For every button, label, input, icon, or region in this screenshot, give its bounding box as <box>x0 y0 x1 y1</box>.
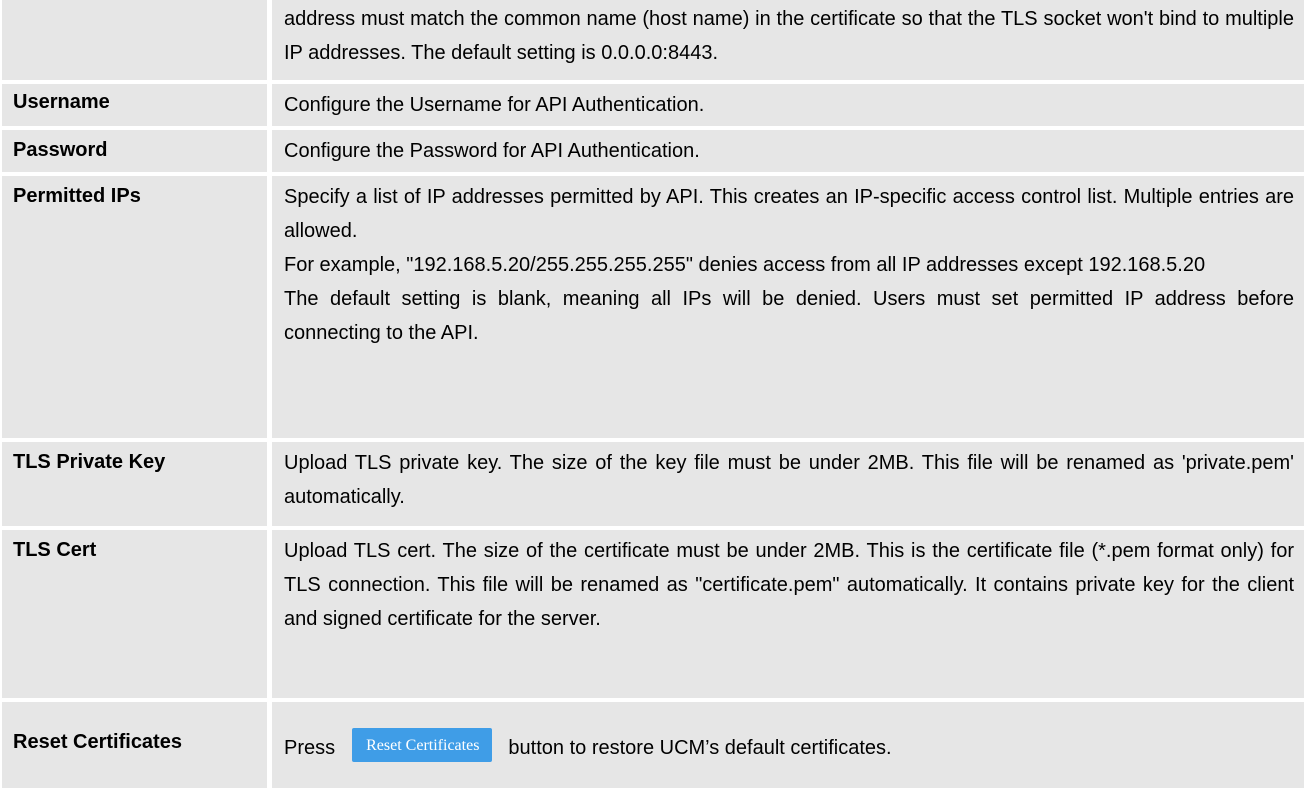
row-description: Specify a list of IP addresses permitted… <box>272 176 1304 438</box>
row-label: Password <box>2 130 267 172</box>
description-text: Upload TLS private key. The size of the … <box>284 452 1294 508</box>
row-description: Configure the Username for API Authentic… <box>272 84 1304 126</box>
reset-certificates-button[interactable]: Reset Certificates <box>352 728 493 762</box>
row-description: Configure the Password for API Authentic… <box>272 130 1304 172</box>
press-text: Press <box>284 737 336 759</box>
row-label: TLS Private Key <box>2 442 267 526</box>
description-text: For example, "192.168.5.20/255.255.255.2… <box>284 254 1206 276</box>
row-description: Upload TLS private key. The size of the … <box>272 442 1304 526</box>
table-row: Permitted IPs Specify a list of IP addre… <box>2 176 1304 438</box>
row-label <box>2 0 267 80</box>
parameter-table: address must match the common name (host… <box>2 0 1304 788</box>
row-label: Username <box>2 84 267 126</box>
row-label: Permitted IPs <box>2 176 267 438</box>
row-description: Upload TLS cert. The size of the certifi… <box>272 530 1304 698</box>
table-row: Reset Certificates Press Reset Certificat… <box>2 702 1304 788</box>
description-text: Upload TLS cert. The size of the certifi… <box>284 540 1294 630</box>
table-row: TLS Cert Upload TLS cert. The size of th… <box>2 530 1304 698</box>
description-text: Specify a list of IP addresses permitted… <box>284 186 1294 242</box>
table-row: Password Configure the Password for API … <box>2 130 1304 172</box>
table-row: TLS Private Key Upload TLS private key. … <box>2 442 1304 526</box>
description-text: Configure the Password for API Authentic… <box>284 140 700 162</box>
table-row: address must match the common name (host… <box>2 0 1304 80</box>
restore-text: button to restore UCM’s default certific… <box>508 737 892 759</box>
description-text: Configure the Username for API Authentic… <box>284 94 705 116</box>
row-label: Reset Certificates <box>2 702 267 788</box>
description-text: address must match the common name (host… <box>284 8 1294 64</box>
row-description: Press Reset Certificates button to restore… <box>272 702 1304 788</box>
row-label: TLS Cert <box>2 530 267 698</box>
description-text: The default setting is blank, meaning al… <box>284 288 1294 344</box>
table-row: Username Configure the Username for API … <box>2 84 1304 126</box>
description-text: Press Reset Certificates button to restore… <box>284 728 1294 765</box>
row-description: address must match the common name (host… <box>272 0 1304 80</box>
